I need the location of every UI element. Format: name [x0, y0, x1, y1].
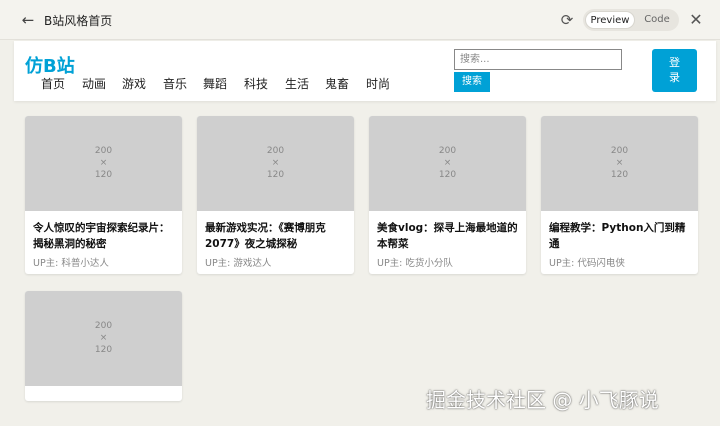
window-title: B站风格首页: [44, 14, 113, 28]
thumbnail-placeholder-text: 200 × 120: [94, 146, 113, 180]
nav-item-kichiku[interactable]: 鬼畜: [325, 75, 349, 92]
login-label-2: 录: [669, 71, 680, 84]
video-uploader: UP主: 吃货小分队: [377, 258, 453, 269]
video-thumbnail[interactable]: 200 × 120: [25, 116, 182, 211]
back-arrow-icon[interactable]: ←: [16, 9, 40, 31]
nav-item-anime[interactable]: 动画: [82, 75, 106, 92]
login-button[interactable]: 登 录: [652, 49, 697, 92]
video-title[interactable]: 令人惊叹的宇宙探索纪录片：揭秘黑洞的秘密: [25, 211, 182, 252]
video-title[interactable]: 最新游戏实况：《赛博朋克2077》夜之城探秘: [197, 211, 354, 252]
code-tab[interactable]: Code: [639, 11, 675, 29]
video-uploader: UP主: 游戏达人: [205, 258, 272, 269]
video-thumbnail[interactable]: 200 × 120: [541, 116, 698, 211]
nav-item-fashion[interactable]: 时尚: [366, 75, 390, 92]
video-card[interactable]: 200 × 120 最新游戏实况：《赛博朋克2077》夜之城探秘 UP主: 游戏达人: [197, 116, 354, 274]
video-uploader: UP主: 科普小达人: [33, 258, 109, 269]
video-card[interactable]: 200 × 120: [25, 291, 182, 401]
nav-item-home[interactable]: 首页: [41, 75, 65, 92]
thumbnail-placeholder-text: 200 × 120: [94, 321, 113, 355]
refresh-icon[interactable]: ⟳: [556, 9, 578, 31]
video-card[interactable]: 200 × 120 令人惊叹的宇宙探索纪录片：揭秘黑洞的秘密 UP主: 科普小达人: [25, 116, 182, 274]
close-icon[interactable]: ✕: [686, 9, 706, 31]
search-input[interactable]: [454, 49, 622, 70]
video-title[interactable]: 美食vlog：探寻上海最地道的本帮菜: [369, 211, 526, 252]
site-header: 仿B站 首页 动画 游戏 音乐 舞蹈 科技 生活 鬼畜 时尚 搜索 登 录: [14, 41, 716, 101]
window-title-bar: ← B站风格首页 ⟳ Preview Code ✕: [0, 0, 720, 40]
nav-item-music[interactable]: 音乐: [163, 75, 187, 92]
thumbnail-placeholder-text: 200 × 120: [438, 146, 457, 180]
video-uploader: UP主: 代码闪电侠: [549, 258, 625, 269]
thumbnail-placeholder-text: 200 × 120: [266, 146, 285, 180]
video-thumbnail[interactable]: 200 × 120: [197, 116, 354, 211]
nav-item-life[interactable]: 生活: [285, 75, 309, 92]
view-toggle[interactable]: Preview Code: [583, 9, 679, 31]
nav-item-tech[interactable]: 科技: [244, 75, 268, 92]
video-card[interactable]: 200 × 120 编程教学：Python入门到精通 UP主: 代码闪电侠: [541, 116, 698, 274]
video-title[interactable]: 编程教学：Python入门到精通: [541, 211, 698, 252]
watermark-text: 掘金技术社区 @ 小飞豚说: [426, 388, 659, 412]
thumbnail-placeholder-text: 200 × 120: [610, 146, 629, 180]
video-thumbnail[interactable]: 200 × 120: [25, 291, 182, 386]
nav-item-dance[interactable]: 舞蹈: [203, 75, 227, 92]
login-label-1: 登: [669, 56, 680, 69]
search-button[interactable]: 搜索: [454, 72, 490, 92]
nav-item-game[interactable]: 游戏: [122, 75, 146, 92]
video-card[interactable]: 200 × 120 美食vlog：探寻上海最地道的本帮菜 UP主: 吃货小分队: [369, 116, 526, 274]
preview-tab[interactable]: Preview: [585, 11, 635, 29]
video-thumbnail[interactable]: 200 × 120: [369, 116, 526, 211]
